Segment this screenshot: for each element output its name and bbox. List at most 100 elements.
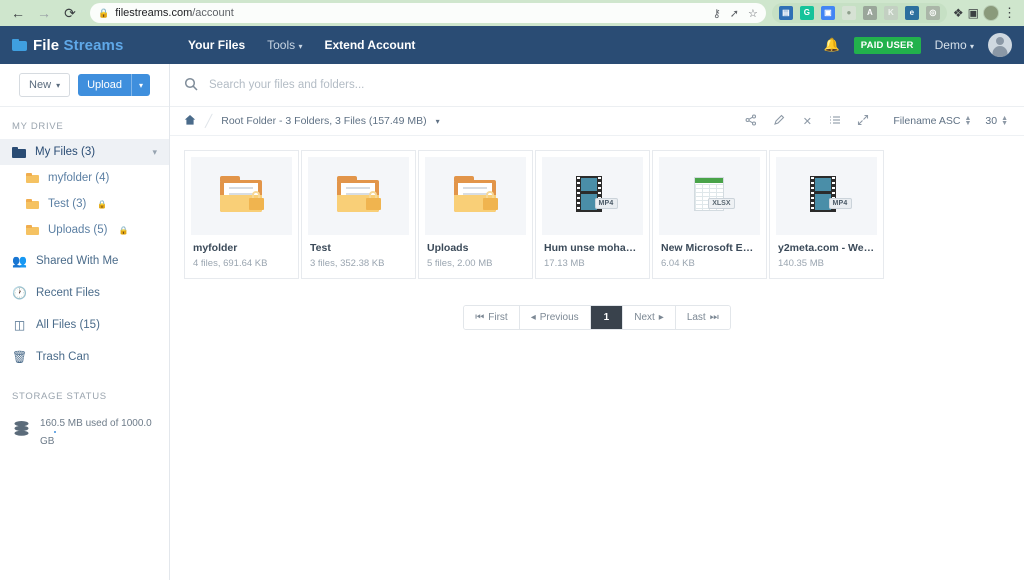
sidebar-actions: New ▾ Upload ▾ — [0, 64, 169, 107]
logo-text: File Streams — [33, 36, 124, 54]
user-avatar[interactable] — [988, 33, 1012, 57]
page-1[interactable]: 1 — [590, 306, 624, 329]
card-subtitle: 4 files, 691.64 KB — [193, 258, 268, 269]
search-input[interactable] — [209, 79, 1010, 91]
card-subtitle: 3 files, 352.38 KB — [310, 258, 385, 269]
screenshot-extension-icon[interactable]: ◎ — [925, 6, 940, 20]
nav-your-files[interactable]: Your Files — [188, 38, 245, 52]
home-icon[interactable] — [184, 114, 196, 129]
nav-tools[interactable]: Tools ▾ — [267, 38, 302, 52]
paid-user-badge: PAID USER — [853, 36, 921, 54]
sidebar-item-all-files[interactable]: ◫ All Files (15) — [0, 311, 169, 339]
back-arrow-icon[interactable]: ← — [6, 2, 30, 24]
card-meta: myfolder 4 files, 691.64 KB — [185, 235, 298, 278]
card-subtitle: 17.13 MB — [544, 258, 585, 269]
locked-folder-icon — [335, 176, 383, 216]
search-row — [170, 64, 1024, 107]
grammarly-extension-icon[interactable]: G — [799, 6, 814, 20]
sidebar-item-label: Trash Can — [36, 351, 90, 363]
file-card-y2meta-webinar[interactable]: MP4 y2meta.com - Webin... 140.35 MB — [769, 150, 884, 279]
extensions-strip: ▤ G ▣ ● A K e ◎ — [771, 3, 947, 23]
card-title: Uploads — [427, 242, 469, 254]
bookmark-star-icon[interactable]: ☆ — [748, 7, 758, 20]
puzzle-extension-icon[interactable]: ❖ — [953, 6, 964, 20]
padlock-icon: 🔒 — [98, 7, 110, 18]
notification-bell-icon[interactable]: 🔔 — [824, 37, 840, 53]
expand-icon[interactable] — [849, 114, 877, 129]
adblock-extension-icon[interactable]: A — [862, 6, 877, 20]
card-title: Hum unse mohabbat... — [544, 242, 641, 254]
page-size-selector[interactable]: 30 ▲ ▼ — [985, 115, 1008, 127]
sidepanel-icon[interactable]: ▣ — [966, 6, 981, 20]
main-nav: Your Files Tools ▾ Extend Account — [188, 38, 415, 52]
pagination-wrap: ⏮ First ◂ Previous 1 Next ▸ Last ⏭ — [184, 305, 1010, 330]
upload-dropdown-caret[interactable]: ▾ — [130, 74, 150, 96]
main-content: ╱ Root Folder - 3 Folders, 3 Files (157.… — [170, 64, 1024, 580]
storage-text: 160.5 MB used of 1000.0 GB — [40, 418, 152, 447]
sidebar-item-label: myfolder (4) — [48, 172, 110, 184]
sidebar-item-uploads[interactable]: Uploads (5) 🔒 — [0, 217, 169, 243]
sidebar-item-trash-can[interactable]: 🗑 Trash Can — [0, 343, 169, 371]
drive-icon: ◫ — [13, 318, 26, 332]
edge-extension-icon[interactable]: e — [904, 6, 919, 20]
file-ext-badge: XLSX — [708, 198, 735, 209]
folder-card-myfolder[interactable]: myfolder 4 files, 691.64 KB — [184, 150, 299, 279]
close-icon[interactable]: ✕ — [793, 115, 821, 128]
reload-icon[interactable]: ⟳ — [58, 2, 82, 24]
app-logo[interactable]: File Streams — [12, 37, 172, 54]
breadcrumb-chevron-down-icon[interactable]: ▾ — [436, 117, 440, 126]
sidebar-item-test[interactable]: Test (3) 🔒 — [0, 191, 169, 217]
user-menu[interactable]: Demo ▾ — [935, 38, 974, 52]
chevron-down-icon[interactable]: ▾ — [152, 147, 157, 158]
lock-icon: 🔒 — [97, 199, 108, 209]
honey-extension-icon[interactable]: ● — [841, 6, 856, 20]
my-drive-label: MY DRIVE — [12, 121, 64, 132]
link-icon[interactable] — [765, 114, 793, 129]
folder-card-test[interactable]: Test 3 files, 352.38 KB — [301, 150, 416, 279]
share-icon[interactable] — [737, 113, 765, 129]
address-bar[interactable]: 🔒 filestreams.com/account ⚷ ➚ ☆ — [90, 3, 766, 23]
card-title: myfolder — [193, 242, 238, 254]
sidebar-item-shared-with-me[interactable]: 👥 Shared With Me — [0, 247, 169, 275]
bitwarden-extension-icon[interactable]: ▤ — [778, 6, 793, 20]
sidebar-item-recent-files[interactable]: 🕐 Recent Files — [0, 279, 169, 307]
sidebar: New ▾ Upload ▾ MY DRIVE My Files (3) ▾ m… — [0, 64, 170, 580]
chevron-down-icon: ▾ — [969, 42, 974, 51]
page-size-updown-icon: ▲ ▼ — [1001, 115, 1008, 127]
share-icon[interactable]: ➚ — [730, 7, 739, 20]
kami-extension-icon[interactable]: K — [883, 6, 898, 20]
trash-icon: 🗑 — [12, 350, 28, 364]
first-arrow-icon: ⏮ — [475, 312, 485, 323]
sidebar-item-my-files[interactable]: My Files (3) ▾ — [0, 139, 169, 165]
page-next[interactable]: Next ▸ — [623, 306, 676, 329]
folder-icon — [26, 225, 39, 235]
file-card-new-microsoft-excel[interactable]: XLSX New Microsoft Excel ... 6.04 KB — [652, 150, 767, 279]
folder-card-uploads[interactable]: Uploads 5 files, 2.00 MB — [418, 150, 533, 279]
previous-arrow-icon: ◂ — [530, 312, 536, 323]
page-last[interactable]: Last ⏭ — [675, 306, 730, 329]
google-translate-extension-icon[interactable]: ▣ — [820, 6, 835, 20]
forward-arrow-icon[interactable]: → — [32, 2, 56, 24]
users-icon: 👥 — [12, 254, 27, 268]
upload-button[interactable]: Upload ▾ — [78, 74, 150, 96]
page-previous[interactable]: ◂ Previous — [519, 306, 591, 329]
three-dot-menu-icon[interactable]: ⋮ — [1001, 5, 1018, 21]
sidebar-item-label: My Files (3) — [35, 146, 96, 158]
page-first[interactable]: ⏮ First — [464, 306, 520, 329]
list-view-icon[interactable] — [821, 114, 849, 129]
new-button[interactable]: New ▾ — [19, 73, 71, 97]
browser-profile-avatar[interactable] — [983, 5, 999, 21]
view-toolbar: ✕ Filename ASC ▲ ▼ 30 ▲ ▼ — [737, 113, 1010, 129]
file-card-hum-unse-mohabbat[interactable]: MP4 Hum unse mohabbat... 17.13 MB — [535, 150, 650, 279]
app-header: File Streams Your Files Tools ▾ Extend A… — [0, 26, 1024, 64]
nav-extend-account[interactable]: Extend Account — [325, 38, 416, 52]
lock-icon: 🔒 — [118, 225, 129, 235]
file-ext-badge: MP4 — [594, 198, 618, 209]
card-meta: y2meta.com - Webin... 140.35 MB — [770, 235, 883, 278]
sort-selector[interactable]: Filename ASC ▲ ▼ — [893, 115, 971, 127]
sidebar-item-myfolder[interactable]: myfolder (4) — [0, 165, 169, 191]
sidebar-item-label: Test (3) — [48, 198, 87, 210]
breadcrumb[interactable]: Root Folder - 3 Folders, 3 Files (157.49… — [221, 115, 426, 127]
password-key-icon[interactable]: ⚷ — [713, 7, 721, 20]
chevron-down-icon: ▾ — [298, 42, 303, 51]
